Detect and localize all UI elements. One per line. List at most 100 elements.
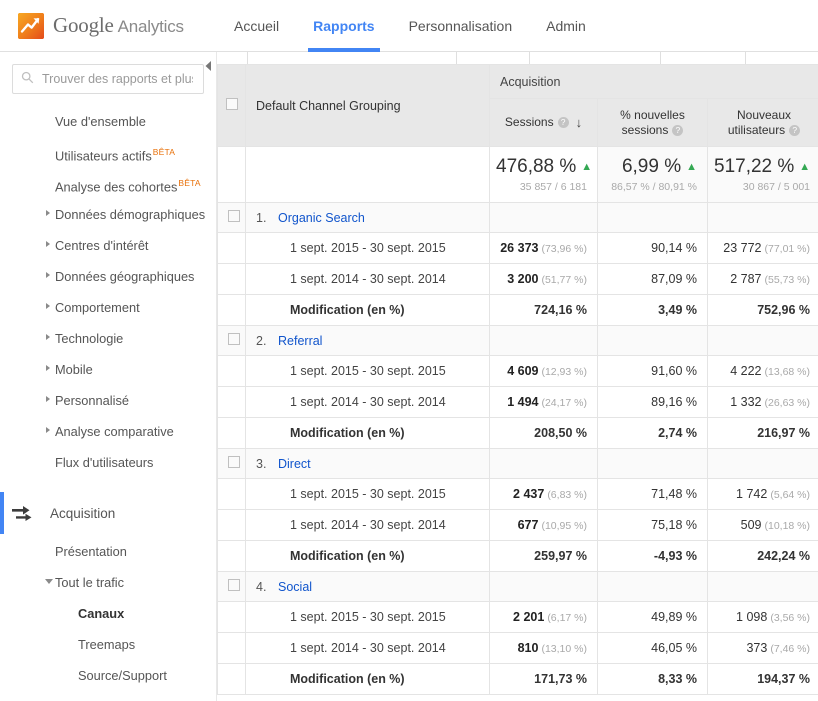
metric-label: Sessions [504, 115, 554, 129]
sidebar-item-treemaps[interactable]: Treemaps [0, 631, 216, 662]
sidebar-item-mobile[interactable]: Mobile [0, 356, 216, 387]
toolbar-control-3[interactable] [745, 52, 818, 64]
change-label-cell: Modification (en %) [245, 417, 490, 449]
sidebar-item-analyse-comparative[interactable]: Analyse comparative [0, 418, 216, 449]
help-icon[interactable]: ? [672, 124, 684, 136]
new-sessions-change-cell: 8,33 % [597, 663, 708, 695]
row-checkbox-cell [217, 232, 246, 264]
row-checkbox[interactable] [228, 210, 240, 222]
row-checkbox-cell [217, 355, 246, 387]
sessions-change-cell: 208,50 % [489, 417, 598, 449]
sidebar-item-analyse-des-cohortes[interactable]: Analyse des cohortesBÊTA [0, 170, 216, 201]
metric-header-new-users[interactable]: Nouveaux utilisateurs? [706, 98, 818, 147]
group-new-users-cell [706, 325, 818, 356]
nav-item-admin[interactable]: Admin [529, 0, 603, 52]
sidebar-item-vue-densemble[interactable]: Vue d'ensemble [0, 108, 216, 139]
table-group-row: 1. Organic Search [217, 202, 818, 233]
table-row: 1 sept. 2014 - 30 sept. 2014 1 494 (24,17… [217, 386, 818, 418]
new-sessions-cell: 89,16 % [597, 386, 708, 418]
sidebar-item-label: Analyse comparative [55, 424, 174, 439]
sidebar-section-label: Acquisition [50, 505, 116, 521]
sidebar-item-presentation[interactable]: Présentation [0, 538, 216, 569]
help-icon[interactable]: ? [789, 124, 801, 136]
sessions-cell: 26 373 (73,96 %) [489, 232, 598, 264]
sidebar-item-label: Technologie [55, 331, 124, 346]
sort-descending-icon[interactable]: ↓ [576, 115, 583, 130]
new-sessions-cell: 90,14 % [597, 232, 708, 264]
trend-up-icon: ▲ [799, 161, 811, 173]
table-row: 1 sept. 2014 - 30 sept. 2014 677 (10,95 %… [217, 509, 818, 541]
row-checkbox-cell [217, 294, 246, 326]
sidebar-item-utilisateurs-actifs[interactable]: Utilisateurs actifsBÊTA [0, 139, 216, 170]
summary-subvalue: 35 857 / 6 181 [519, 181, 587, 193]
summary-new-sessions-cell: 6,99 % ▲ 86,57 % / 80,91 % [597, 146, 708, 203]
sidebar-item-donnees-geographiques[interactable]: Données géographiques [0, 263, 216, 294]
sidebar-item-comportement[interactable]: Comportement [0, 294, 216, 325]
sidebar-item-label: Données démographiques [55, 207, 206, 222]
brand-logo[interactable]: Google Analytics [0, 12, 190, 39]
sidebar-item-canaux[interactable]: Canaux [0, 600, 216, 631]
google-analytics-logo-icon [18, 12, 44, 39]
channel-link[interactable]: Referral [278, 334, 322, 348]
channel-link[interactable]: Direct [278, 457, 311, 471]
sidebar-item-label: Source/Support [78, 668, 167, 683]
search-input[interactable] [40, 71, 195, 87]
select-all-header [217, 64, 246, 147]
toolbar-control-1[interactable] [247, 52, 457, 64]
select-all-checkbox[interactable] [225, 98, 238, 110]
sidebar-item-label: Utilisateurs actifsBÊTA [55, 147, 176, 164]
channels-report-table: Default Channel Grouping Acquisition Ses… [217, 64, 818, 695]
toolbar-control-2[interactable] [529, 52, 661, 64]
row-rank: 2. [256, 333, 267, 348]
metric-header-sessions[interactable]: Sessions? ↓ [489, 98, 598, 147]
sessions-cell: 2 437 (6,83 %) [489, 478, 598, 510]
chevron-right-icon [46, 241, 50, 247]
row-checkbox[interactable] [228, 456, 240, 468]
sidebar-item-flux-dutilisateurs[interactable]: Flux d'utilisateurs [0, 449, 216, 480]
sidebar-item-label: Mobile [55, 362, 93, 377]
sessions-cell: 4 609 (12,93 %) [489, 355, 598, 387]
row-checkbox[interactable] [228, 333, 240, 345]
sidebar-item-tout-le-trafic[interactable]: Tout le trafic [0, 569, 216, 600]
help-icon[interactable]: ? [557, 117, 569, 128]
period-label-cell: 1 sept. 2014 - 30 sept. 2014 [245, 263, 490, 295]
metric-header-new-sessions-pct[interactable]: % nouvelles sessions? [597, 98, 708, 147]
row-checkbox-cell [217, 386, 246, 418]
channel-link[interactable]: Social [278, 580, 312, 594]
sidebar-item-centres-dinteret[interactable]: Centres d'intérêt [0, 232, 216, 263]
row-checkbox[interactable] [228, 579, 240, 591]
sessions-cell: 1 494 (24,17 %) [489, 386, 598, 418]
dimension-header[interactable]: Default Channel Grouping [245, 64, 490, 147]
table-group-row: 2. Referral [217, 325, 818, 356]
sidebar-item-label: Tout le trafic [55, 575, 124, 590]
row-checkbox-cell [217, 478, 246, 510]
nav-item-accueil[interactable]: Accueil [217, 0, 296, 52]
sidebar-item-label: Personnalisé [55, 393, 129, 408]
new-sessions-cell: 91,60 % [597, 355, 708, 387]
period-label-cell: 1 sept. 2015 - 30 sept. 2015 [245, 601, 490, 633]
sidebar-item-personnalise[interactable]: Personnalisé [0, 387, 216, 418]
sidebar-item-sites-referents[interactable]: Sites référents [0, 693, 216, 701]
summary-sessions-cell: 476,88 % ▲ 35 857 / 6 181 [489, 146, 598, 203]
top-bar: Google Analytics Accueil Rapports Personn… [0, 0, 818, 52]
sidebar-item-donnees-demographiques[interactable]: Données démographiques [0, 201, 216, 232]
sidebar-section-acquisition[interactable]: Acquisition [0, 492, 216, 534]
new-users-cell: 509 (10,18 %) [706, 509, 818, 541]
chevron-right-icon [46, 334, 50, 340]
row-checkbox-cell [217, 571, 246, 602]
sidebar-item-technologie[interactable]: Technologie [0, 325, 216, 356]
nav-item-rapports[interactable]: Rapports [296, 0, 391, 52]
brand-analytics: Analytics [117, 17, 184, 36]
channel-link[interactable]: Organic Search [278, 211, 365, 225]
trend-up-icon: ▲ [686, 161, 697, 173]
sidebar-collapse-button[interactable] [202, 58, 216, 74]
row-checkbox-cell [217, 263, 246, 295]
group-new-users-cell [706, 202, 818, 233]
search-box[interactable] [12, 64, 204, 94]
row-rank: 1. [256, 210, 267, 225]
nav-item-personnalisation[interactable]: Personnalisation [392, 0, 530, 52]
table-head: Default Channel Grouping Acquisition Ses… [217, 64, 818, 147]
sessions-cell: 2 201 (6,17 %) [489, 601, 598, 633]
sidebar-item-source-support[interactable]: Source/Support [0, 662, 216, 693]
summary-dimension-cell [245, 146, 490, 203]
